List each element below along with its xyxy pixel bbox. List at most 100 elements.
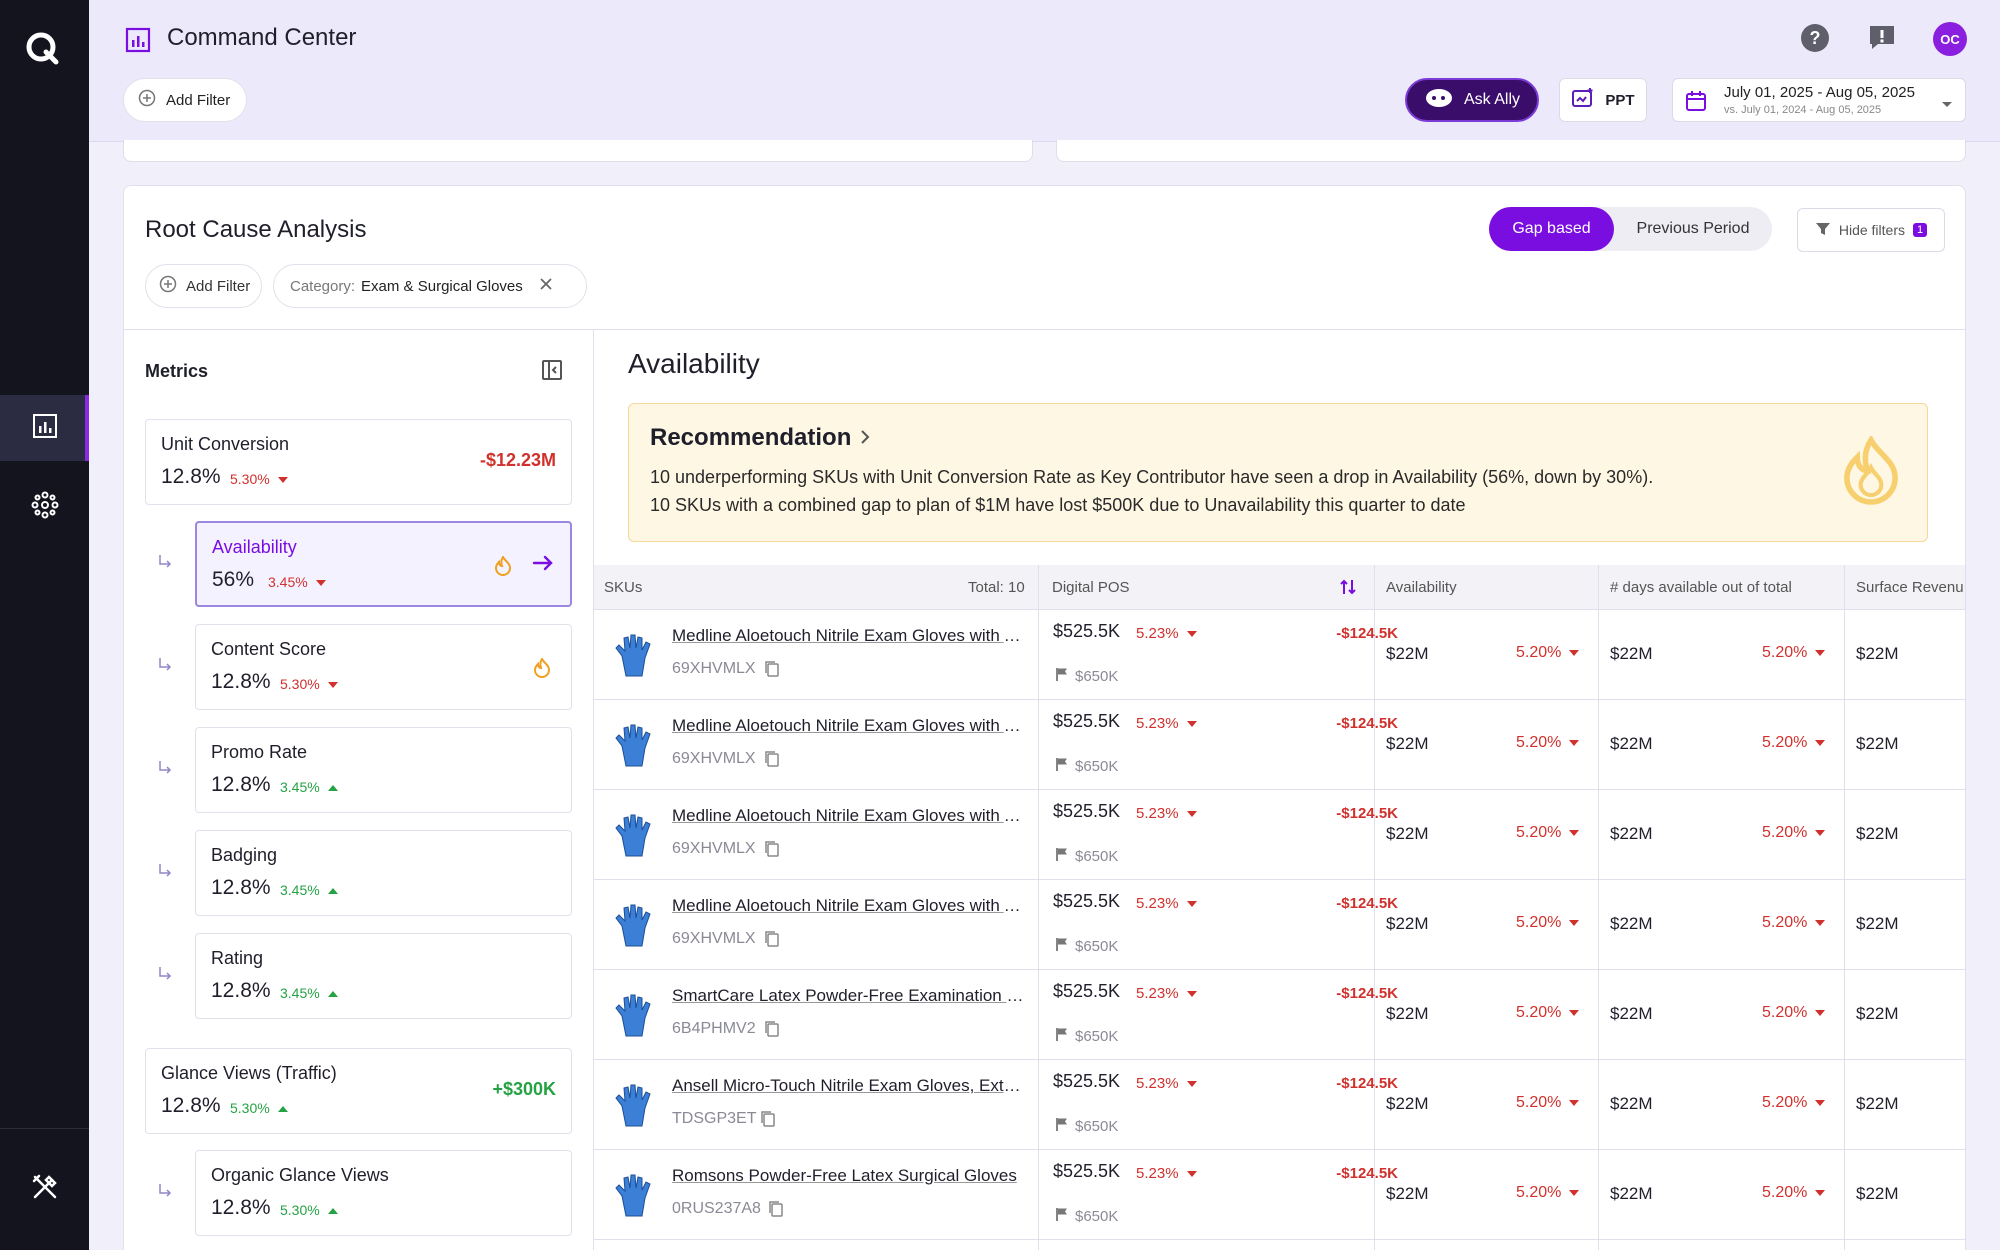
ask-ally-button[interactable]: Ask Ally [1405,78,1539,122]
product-thumbnail[interactable] [612,632,656,683]
sku-name[interactable]: SmartCare Latex Powder-Free Examination … [672,986,1028,1006]
availability-change: 5.20% [1516,734,1580,752]
q-logo-icon[interactable] [24,30,64,70]
collapse-panel-icon[interactable] [541,359,563,386]
col-availability[interactable]: Availability [1386,579,1457,596]
flame-icon [494,555,512,581]
plan-value: $650K [1055,847,1118,865]
days-available-value: $22M [1610,644,1653,663]
digital-pos-gap: -$124.5K [1336,715,1398,732]
sku-name[interactable]: Medline Aloetouch Nitrile Exam Gloves wi… [672,896,1028,916]
metric-card-badging[interactable]: Badging 12.8% 3.45% [195,830,572,916]
digital-pos-gap: -$124.5K [1336,895,1398,912]
sku-name[interactable]: Romsons Powder-Free Latex Surgical Glove… [672,1166,1028,1186]
days-available-change: 5.20% [1762,734,1826,752]
table-row[interactable]: Medline Aloetouch Nitrile Exam Gloves wi… [594,700,1965,790]
product-thumbnail[interactable] [612,722,656,773]
gap-based-tab[interactable]: Gap based [1489,207,1614,251]
sku-name[interactable]: Medline Aloetouch Nitrile Exam Gloves wi… [672,806,1028,826]
surface-revenue-value: $22M [1856,734,1899,753]
metric-value: 12.8% [211,670,271,693]
chevron-right-icon[interactable] [859,428,871,451]
product-thumbnail[interactable] [612,1082,656,1133]
sort-icon[interactable] [1338,577,1358,601]
product-thumbnail[interactable] [612,1172,656,1223]
digital-pos-gap: -$124.5K [1336,1075,1398,1092]
recommendation-title: Recommendation [650,424,852,451]
product-thumbnail[interactable] [612,902,656,953]
sub-metric-arrow-icon [157,656,173,677]
sku-name[interactable]: Ansell Micro-Touch Nitrile Exam Gloves, … [672,1076,1028,1096]
table-row[interactable]: Romsons Powder-Free Latex Surgical Glove… [594,1150,1965,1240]
help-icon[interactable]: ? [1799,22,1831,54]
metric-card-promo-rate[interactable]: Promo Rate 12.8% 3.45% [195,727,572,813]
nav-dashboard[interactable] [0,395,89,461]
metric-card-availability[interactable]: Availability 56% 3.45% [195,521,572,607]
sub-metric-arrow-icon [157,759,173,780]
category-filter-chip[interactable]: Category: Exam & Surgical Gloves [273,264,587,308]
arrow-right-icon[interactable] [532,554,554,577]
hide-filters-button[interactable]: Hide filters 1 [1797,208,1945,252]
sku-id: TDSGP3ET [672,1110,757,1127]
col-skus[interactable]: SKUs [604,579,642,596]
flag-icon [1055,1118,1069,1135]
metric-card-glance-views[interactable]: Glance Views (Traffic) 12.8% 5.30% +$300… [145,1048,572,1134]
copy-icon[interactable] [764,840,780,863]
days-available-value: $22M [1610,1184,1653,1203]
plus-circle-icon [159,275,177,297]
col-days-available[interactable]: # days available out of total [1610,579,1792,596]
surface-revenue-value: $22M [1856,1094,1899,1113]
copy-icon[interactable] [764,1020,780,1043]
table-row[interactable]: Medline Aloetouch Nitrile Exam Gloves wi… [594,790,1965,880]
sku-name[interactable]: Medline Aloetouch Nitrile Exam Gloves wi… [672,716,1028,736]
flag-icon [1055,1208,1069,1225]
close-icon[interactable] [539,277,553,295]
digital-pos-value: $525.5K [1053,621,1121,641]
metric-change: 3.45% [280,779,338,795]
previous-period-tab[interactable]: Previous Period [1614,207,1772,251]
copy-icon[interactable] [764,750,780,773]
copy-icon[interactable] [764,660,780,683]
product-thumbnail[interactable] [612,992,656,1043]
avatar[interactable]: OC [1933,22,1967,56]
metric-card-unit-conversion[interactable]: Unit Conversion 12.8% 5.30% -$12.23M [145,419,572,505]
table-row[interactable]: SmartCare Latex Powder-Free Examination … [594,970,1965,1060]
nav-network[interactable] [0,474,89,540]
metric-gap: -$12.23M [479,450,556,470]
metric-card-rating[interactable]: Rating 12.8% 3.45% [195,933,572,1019]
col-surface-revenue[interactable]: Surface Revenu [1856,579,1964,596]
availability-change: 5.20% [1516,1004,1580,1022]
table-row[interactable]: Ansell Micro-Touch Nitrile Exam Gloves, … [594,1060,1965,1150]
digital-pos-value: $525.5K [1053,1071,1121,1091]
add-filter-button[interactable]: Add Filter [123,78,247,122]
metric-name: Unit Conversion [161,434,290,454]
recommendation-card[interactable]: Recommendation 10 underperforming SKUs w… [628,403,1928,542]
metric-card-organic-glance-views[interactable]: Organic Glance Views 12.8% 5.30% [195,1150,572,1236]
nav-tools[interactable] [0,1156,89,1222]
copy-icon[interactable] [768,1200,784,1223]
flag-icon [1055,668,1069,685]
recommendation-line-1: 10 underperforming SKUs with Unit Conver… [650,467,1654,487]
ppt-button[interactable]: PPT [1559,78,1647,122]
product-thumbnail[interactable] [612,812,656,863]
metric-card-content-score[interactable]: Content Score 12.8% 5.30% [195,624,572,710]
date-range-picker[interactable]: July 01, 2025 - Aug 05, 2025 vs. July 01… [1672,78,1966,122]
metric-change: 3.45% [280,882,338,898]
feedback-icon[interactable] [1866,22,1898,54]
plan-value: $650K [1055,1207,1118,1225]
flame-icon [1840,434,1902,511]
col-digital-pos[interactable]: Digital POS [1052,579,1130,596]
sku-name[interactable]: Medline Aloetouch Nitrile Exam Gloves wi… [672,626,1028,646]
copy-icon[interactable] [764,930,780,953]
table-row[interactable]: Medline Aloetouch Nitrile Exam Gloves wi… [594,610,1965,700]
sub-metric-arrow-icon [157,553,173,574]
metric-value: 12.8% [161,465,221,488]
dashboard-icon [31,412,59,445]
digital-pos-change: 5.23% [1136,1165,1197,1182]
sub-metric-arrow-icon [157,1182,173,1203]
add-filter-chip[interactable]: Add Filter [145,264,262,308]
copy-icon[interactable] [760,1110,776,1133]
table-row[interactable]: Medline Aloetouch Nitrile Exam Gloves wi… [594,880,1965,970]
metric-change: 5.30% [230,1100,288,1116]
digital-pos-gap: -$124.5K [1336,805,1398,822]
